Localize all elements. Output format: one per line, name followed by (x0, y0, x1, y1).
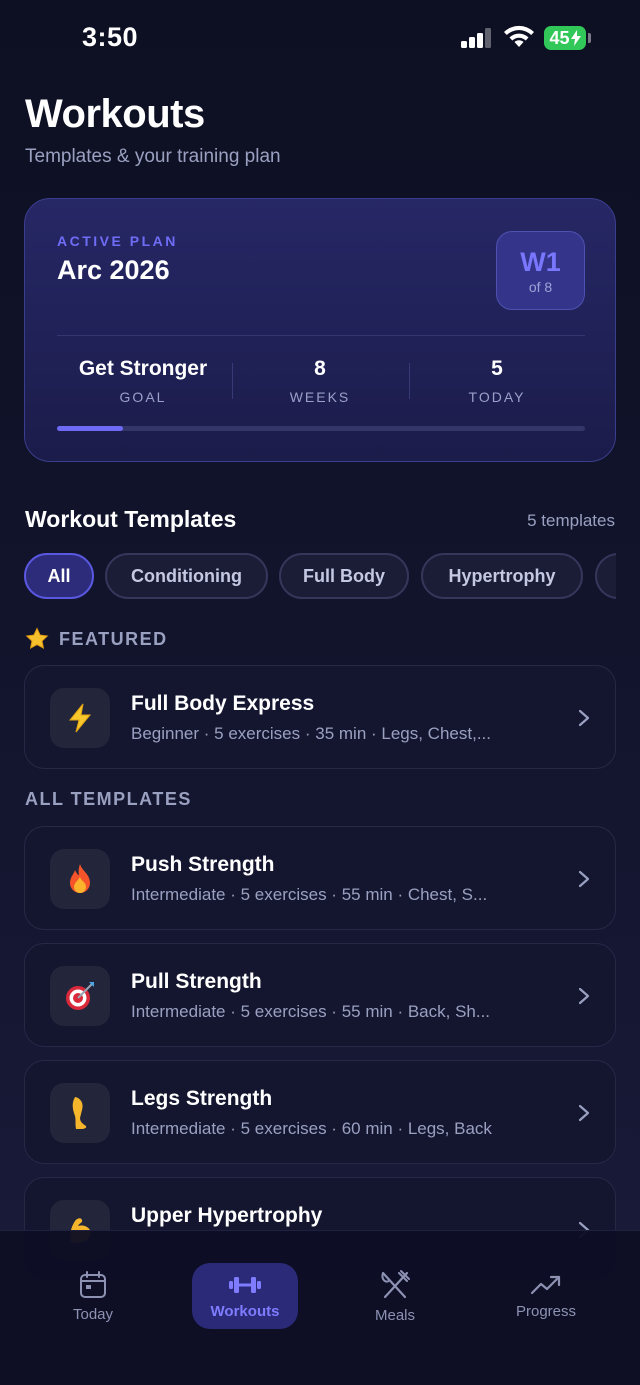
star-icon (25, 627, 49, 650)
template-meta: Intermediate · 5 exercises · 55 min · Ba… (131, 1002, 491, 1021)
plan-stat-today: 5 TODAY (409, 357, 585, 405)
template-name: Legs Strength (131, 1087, 273, 1110)
chevron-right-icon (578, 709, 590, 727)
plan-stat-value: 5 (491, 357, 503, 380)
chevron-right-icon (578, 987, 590, 1005)
plan-stat-value: 8 (314, 357, 326, 380)
tab-bar: Today Workouts Meals Progress (0, 1230, 640, 1385)
template-name: Upper Hypertrophy (131, 1204, 323, 1227)
fire-icon (50, 849, 110, 909)
filter-chip-more[interactable] (595, 553, 616, 599)
plan-progress-bar (57, 426, 585, 431)
tab-label: Progress (515, 1302, 577, 1320)
chevron-right-icon (578, 1104, 590, 1122)
tab-workouts[interactable]: Workouts (192, 1263, 298, 1329)
status-time: 3:50 (82, 22, 139, 52)
filter-chip-conditioning[interactable]: Conditioning (105, 553, 268, 599)
template-meta: Beginner · 5 exercises · 35 min · Legs, … (131, 724, 491, 743)
charging-bolt-icon (570, 30, 581, 46)
template-name: Pull Strength (131, 970, 262, 993)
plan-stat-value: Get Stronger (78, 357, 208, 380)
plan-stat-label: WEEKS (289, 389, 351, 405)
plan-progress-fill (57, 426, 123, 431)
plan-eyebrow: ACTIVE PLAN (57, 233, 178, 249)
plan-stat-label: GOAL (119, 389, 167, 405)
featured-label-text: FEATURED (59, 628, 168, 649)
all-templates-label-text: ALL TEMPLATES (25, 789, 192, 809)
battery-nub (588, 33, 591, 43)
status-bar: 3:50 45 (0, 0, 640, 78)
plan-divider (57, 335, 585, 336)
template-card-legs-strength[interactable]: Legs Strength Intermediate · 5 exercises… (24, 1060, 616, 1164)
battery-level: 45 (549, 27, 570, 48)
plan-name: Arc 2026 (57, 255, 170, 285)
page-title: Workouts (25, 92, 205, 136)
template-meta: Intermediate · 5 exercises · 55 min · Ch… (131, 885, 488, 904)
filter-chip-all[interactable]: All (24, 553, 94, 599)
lightning-icon (50, 688, 110, 748)
leg-icon (50, 1083, 110, 1143)
dumbbell-icon (229, 1276, 261, 1293)
template-card-pull-strength[interactable]: Pull Strength Intermediate · 5 exercises… (24, 943, 616, 1047)
week-badge-value: W1 (520, 246, 561, 277)
tab-label: Workouts (210, 1302, 280, 1320)
trend-icon (530, 1275, 561, 1294)
template-card-push-strength[interactable]: Push Strength Intermediate · 5 exercises… (24, 826, 616, 930)
wifi-icon (504, 25, 534, 47)
tab-label: Today (72, 1305, 114, 1323)
week-badge-total: of 8 (528, 278, 553, 295)
page-subtitle: Templates & your training plan (25, 146, 281, 167)
template-count: 5 templates (527, 511, 615, 530)
plan-stat-goal: Get Stronger GOAL (55, 357, 231, 405)
featured-label: FEATURED (25, 627, 168, 651)
active-plan-card[interactable]: ACTIVE PLAN Arc 2026 W1 of 8 Get Stronge… (24, 198, 616, 462)
tab-label: Meals (374, 1306, 415, 1324)
plan-stat-label: TODAY (468, 389, 526, 405)
filter-chip-row[interactable]: All Conditioning Full Body Hypertrophy (0, 553, 616, 599)
chevron-right-icon (578, 870, 590, 888)
tab-progress[interactable]: Progress (493, 1263, 599, 1329)
all-templates-label: ALL TEMPLATES (25, 789, 192, 810)
battery-indicator: 45 (544, 26, 586, 50)
plan-stat-weeks: 8 WEEKS (232, 357, 408, 405)
fork-knife-icon (381, 1269, 410, 1298)
week-badge: W1 of 8 (496, 231, 585, 310)
calendar-icon (80, 1270, 106, 1298)
filter-chip-hypertrophy[interactable]: Hypertrophy (421, 553, 583, 599)
section-title: Workout Templates (25, 506, 237, 532)
template-name: Push Strength (131, 853, 275, 876)
template-name: Full Body Express (131, 692, 315, 715)
tab-today[interactable]: Today (40, 1263, 146, 1329)
filter-chip-full-body[interactable]: Full Body (279, 553, 409, 599)
tab-meals[interactable]: Meals (342, 1263, 448, 1329)
template-card-full-body-express[interactable]: Full Body Express Beginner · 5 exercises… (24, 665, 616, 769)
target-icon (50, 966, 110, 1026)
cellular-signal-icon (461, 28, 493, 48)
template-meta: Intermediate · 5 exercises · 60 min · Le… (131, 1119, 492, 1138)
